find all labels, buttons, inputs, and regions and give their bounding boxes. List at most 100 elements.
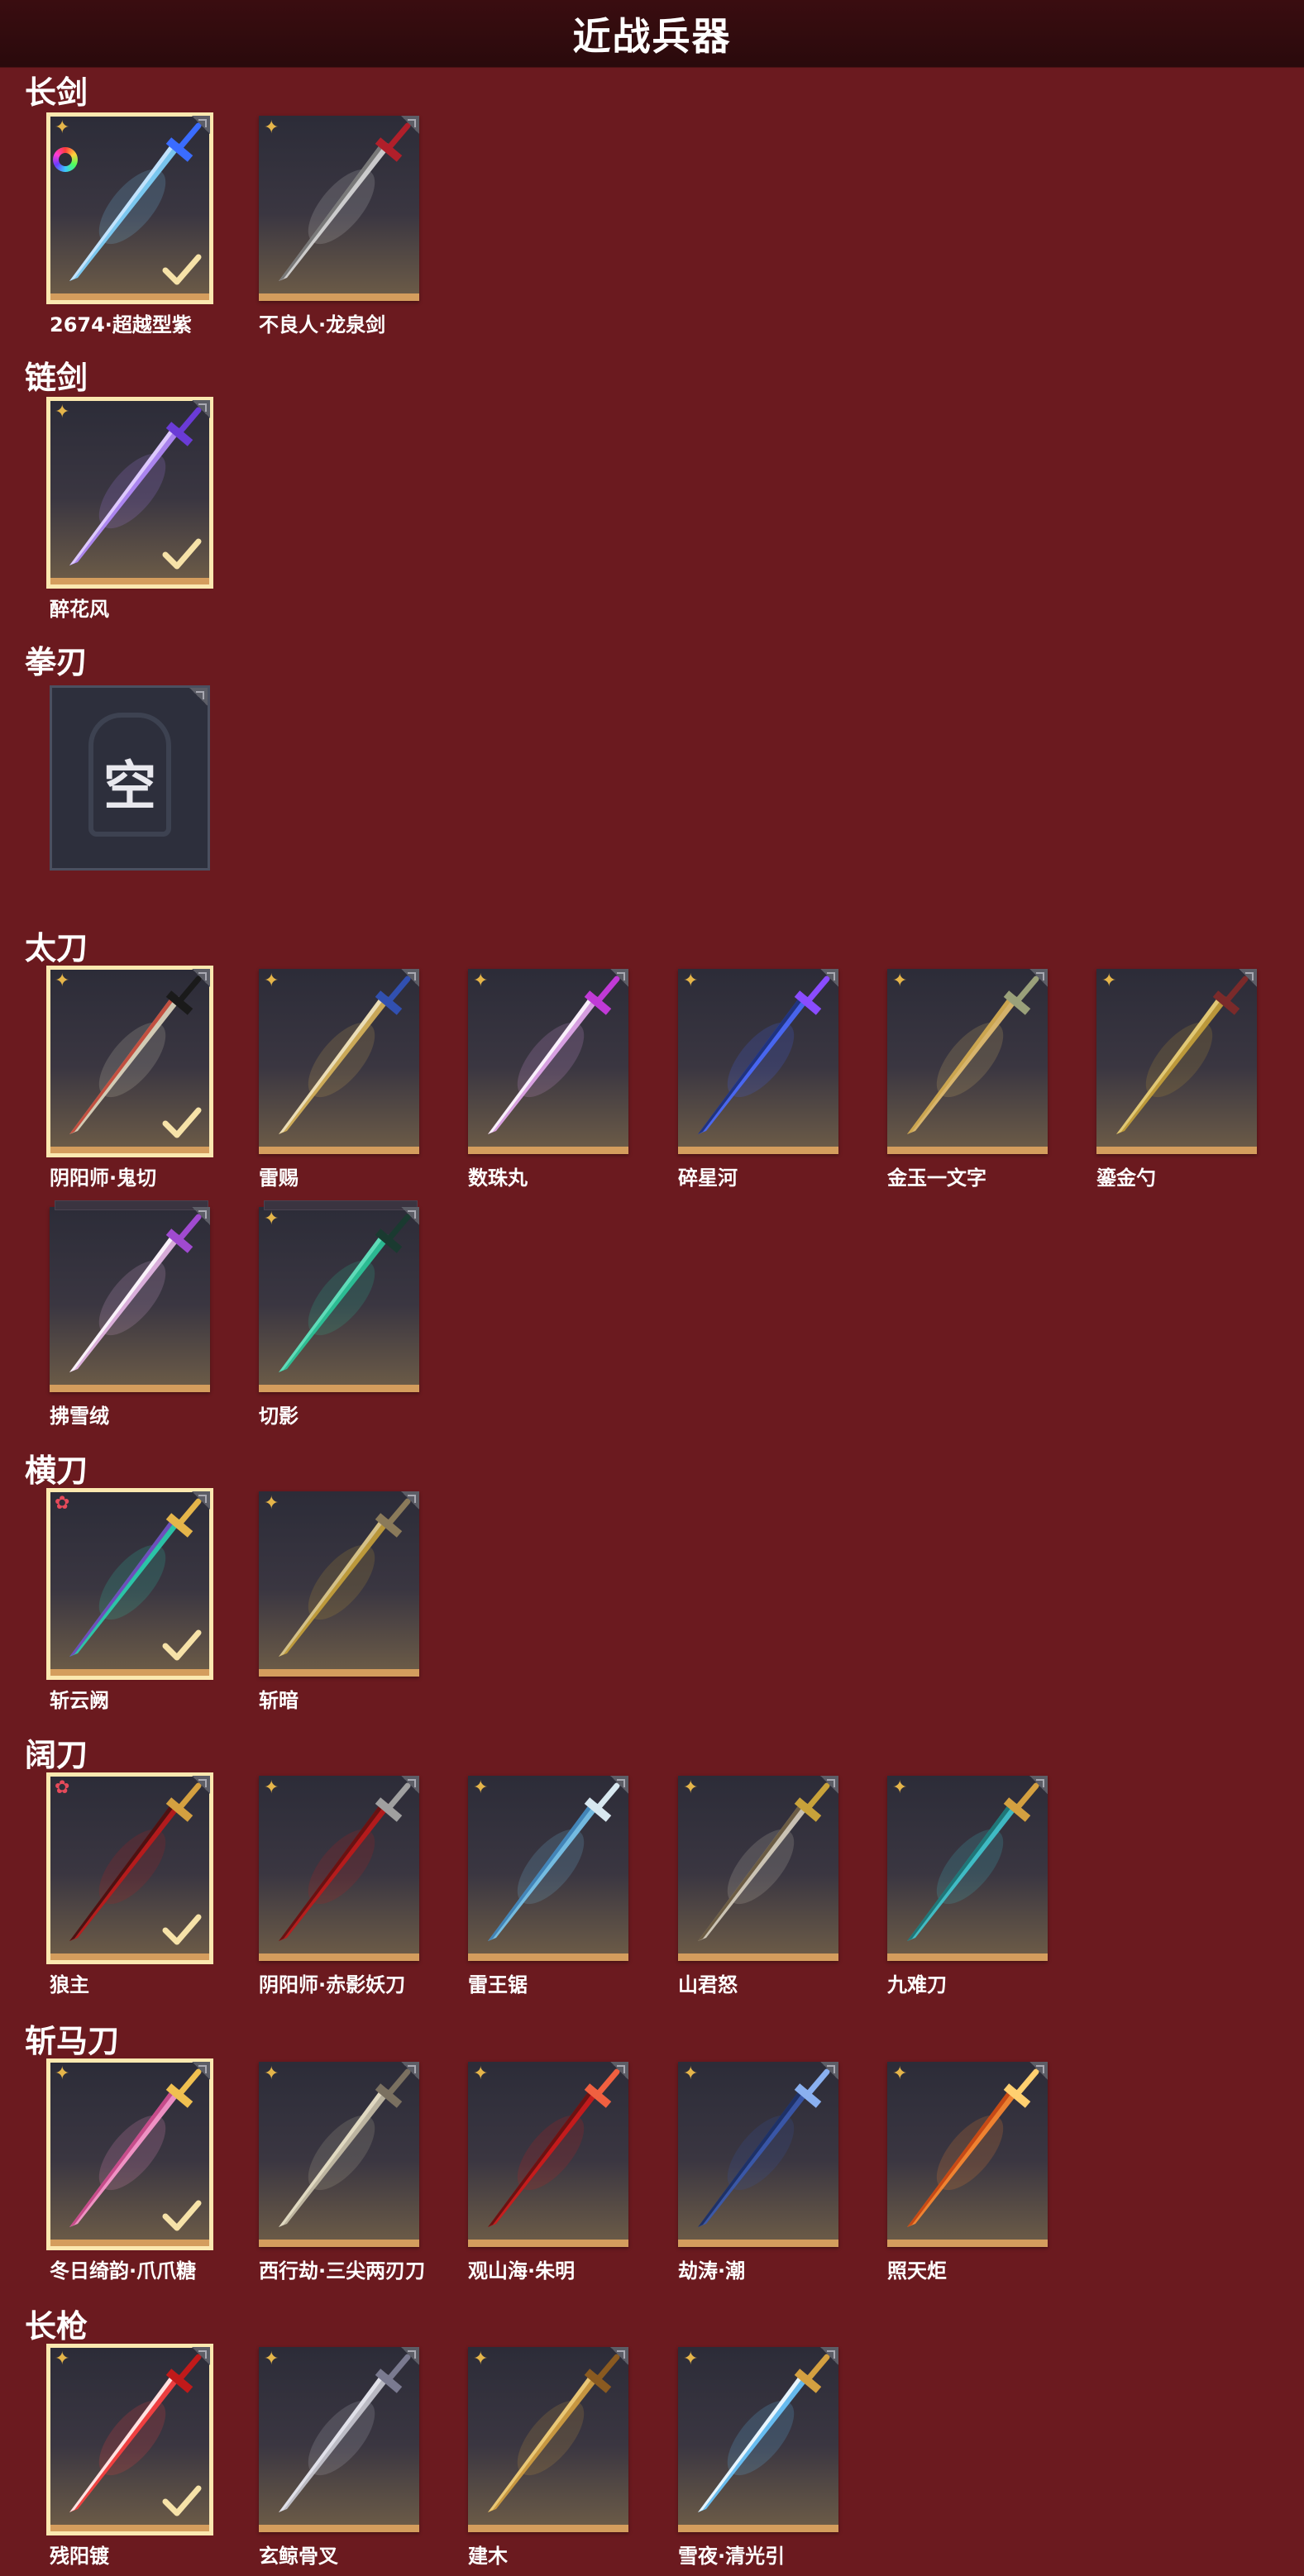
checkmark-icon [162,1107,202,1138]
weapon-item[interactable]: ✦ 照天炬 [887,2062,1048,2283]
checkmark-icon [162,2485,202,2516]
weapon-image [488,2068,620,2227]
weapon-item[interactable]: ✦ 山君怒 [678,1776,838,1996]
corner-expand-icon [192,1491,210,1510]
weapon-item[interactable]: ✦ 切影 [259,1200,419,1428]
checkmark-icon [162,538,202,570]
weapon-card[interactable]: ✦ [678,969,838,1154]
weapon-item[interactable]: ✦ 雷赐 [259,969,419,1190]
weapon-card[interactable]: ✦ [468,1776,628,1961]
weapon-card[interactable]: ✿ [46,1488,213,1680]
corner-expand-icon [401,1207,419,1225]
weapon-item[interactable]: ✦ 玄鲸骨叉 [259,2347,419,2568]
weapon-card[interactable]: ✦ [259,969,419,1154]
weapon-item[interactable]: ✦ 金玉一文字 [887,969,1048,1190]
empty-slot[interactable]: 空 [50,685,210,871]
corner-expand-icon [401,2347,419,2365]
weapon-card[interactable]: ✦ [46,397,213,589]
weapon-card[interactable]: ✦ [1096,969,1257,1154]
weapon-item[interactable]: ✦ 鎏金勺 [1096,969,1257,1190]
weapon-item[interactable]: ✦ 碎星河 [678,969,838,1190]
weapon-card[interactable]: ✦ [887,2062,1048,2247]
weapon-label: 山君怒 [678,1973,738,1996]
weapon-label: 拂雪绒 [50,1405,109,1428]
weapon-label: 2674·超越型紫 [50,313,192,336]
weapon-label: 冬日绮韵·爪爪糖 [50,2259,197,2283]
rarity-red-star-icon: ✿ [55,1493,70,1514]
corner-expand-icon [192,1207,210,1225]
section-title: 长枪 [25,2308,88,2345]
page-header: 近战兵器 [0,0,1304,68]
weapon-card[interactable]: ✦ [678,1776,838,1961]
section-title: 阔刀 [25,1737,88,1773]
weapon-card[interactable]: ✦ [259,1491,419,1677]
weapon-card[interactable]: ✦ [46,112,213,304]
corner-expand-icon [192,2347,210,2365]
weapon-card[interactable]: ✦ [678,2347,838,2532]
corner-expand-icon [610,1776,628,1794]
rarity-gold-star-icon: ✦ [264,971,279,991]
rarity-gold-star-icon: ✦ [264,2349,279,2369]
weapon-item[interactable]: ✦ 观山海·朱明 [468,2062,628,2283]
weapon-card[interactable]: ✦ [259,1776,419,1961]
weapon-card[interactable]: ✦ [46,966,213,1157]
rarity-gold-star-icon: ✦ [55,2349,70,2369]
weapon-item[interactable]: ✦ 2674·超越型紫 [46,112,213,336]
weapon-label: 数珠丸 [468,1166,528,1190]
weapon-image [698,2068,830,2227]
weapon-item[interactable]: ✦ 残阳镀 [46,2344,213,2568]
weapon-card[interactable]: ✦ [887,969,1048,1154]
corner-expand-icon [610,969,628,987]
empty-label: 空 [103,756,156,818]
weapon-item[interactable]: ✦ 不良人·龙泉剑 [259,116,419,336]
checkmark-icon [162,2200,202,2231]
section-title: 太刀 [25,930,88,966]
weapon-item[interactable]: ✦ 九难刀 [887,1776,1048,1996]
weapon-card[interactable] [50,1200,210,1392]
weapon-card[interactable]: ✦ [468,2062,628,2247]
rarity-gold-star-icon: ✦ [683,2349,699,2369]
weapon-card[interactable]: ✦ [259,1200,419,1392]
rarity-gold-star-icon: ✦ [55,971,70,991]
corner-expand-icon [401,1776,419,1794]
weapon-label: 鎏金勺 [1096,1166,1156,1190]
corner-expand-icon [192,116,210,134]
weapon-card[interactable]: ✦ [468,2347,628,2532]
weapon-item[interactable]: ✦ 雪夜·清光引 [678,2347,838,2568]
corner-expand-icon [610,2347,628,2365]
weapon-card[interactable]: ✿ [46,1772,213,1964]
weapon-card[interactable]: ✦ [887,1776,1048,1961]
weapon-card[interactable]: ✦ [468,969,628,1154]
weapon-card[interactable]: ✦ [259,2347,419,2532]
weapon-item[interactable]: ✿ 狼主 [46,1772,213,1996]
weapon-item[interactable]: ✦ 西行劫·三尖两刃刀 [259,2062,425,2283]
weapon-item[interactable]: ✦ 数珠丸 [468,969,628,1190]
weapon-label: 雪夜·清光引 [678,2545,786,2568]
weapon-item[interactable]: ✦ 雷王锯 [468,1776,628,1996]
weapon-card[interactable]: ✦ [259,116,419,301]
corner-expand-icon [192,2062,210,2080]
corner-expand-icon [1029,2062,1048,2080]
weapon-item[interactable]: ✦ 阴阳师·鬼切 [46,966,213,1190]
weapon-label: 不良人·龙泉剑 [259,313,386,336]
weapon-image [907,976,1039,1134]
weapon-item[interactable]: ✦ 冬日绮韵·爪爪糖 [46,2058,213,2283]
rarity-gold-star-icon: ✦ [683,971,699,991]
weapon-item[interactable]: ✦ 醉花风 [46,397,213,621]
corner-expand-icon [820,2062,838,2080]
weapon-item[interactable]: 空 [50,685,210,871]
weapon-card[interactable]: ✦ [678,2062,838,2247]
weapon-item[interactable]: ✦ 建木 [468,2347,628,2568]
weapon-card[interactable]: ✦ [46,2058,213,2250]
rainbow-ring-icon [53,147,78,172]
weapon-card[interactable]: ✦ [259,2062,419,2247]
rarity-gold-star-icon: ✦ [55,2063,70,2084]
weapon-item[interactable]: ✦ 劫涛·潮 [678,2062,838,2283]
weapon-card[interactable]: ✦ [46,2344,213,2535]
weapon-item[interactable]: ✿ 斩云阙 [46,1488,213,1712]
rarity-gold-star-icon: ✦ [55,117,70,138]
weapon-item[interactable]: ✦ 阴阳师·赤影妖刀 [259,1776,419,1996]
weapon-item[interactable]: ✦ 斩暗 [259,1491,419,1712]
weapon-item[interactable]: 拂雪绒 [50,1200,210,1428]
rarity-gold-star-icon: ✦ [264,1777,279,1798]
